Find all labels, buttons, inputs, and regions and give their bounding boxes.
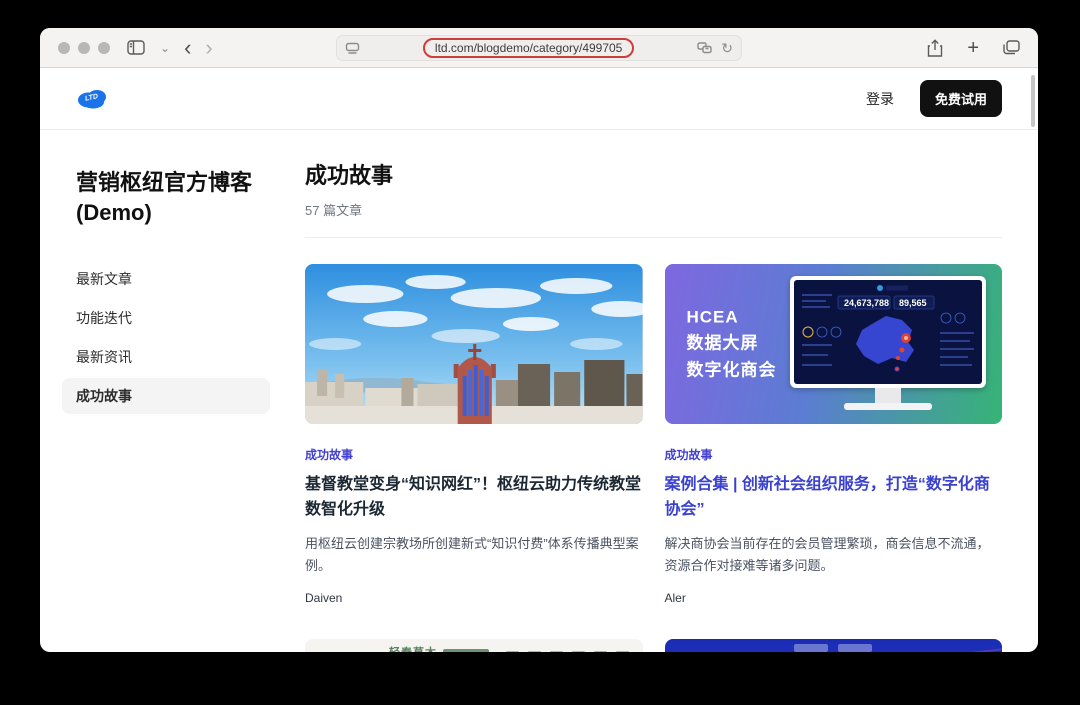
tab-overview-icon[interactable] — [1003, 40, 1020, 55]
article-card-qingchun[interactable]: 轻春草木 轻春草木 & 开启你的美一面! — [305, 639, 643, 652]
article-count: 57 篇文章 — [305, 200, 1002, 219]
sidebar-item-latest-articles[interactable]: 最新文章 — [62, 261, 270, 297]
svg-text:89,565: 89,565 — [899, 298, 927, 308]
monitor-graphic: 24,673,788 89,565 — [790, 276, 986, 410]
article-card-event[interactable]: 创新无止境 一起向未来 二〇二二年 — [665, 639, 1003, 652]
divider — [305, 237, 1002, 238]
svg-text:24,673,788: 24,673,788 — [844, 298, 889, 308]
category-main: 成功故事 57 篇文章 — [305, 130, 1002, 652]
minimize-button[interactable] — [78, 42, 90, 54]
hcea-caption: HCEA 数据大屏 数字化商会 — [687, 304, 777, 383]
zoom-button[interactable] — [98, 42, 110, 54]
translate-icon[interactable] — [697, 42, 713, 55]
article-image-church[interactable] — [305, 264, 643, 424]
sidebar-item-feature-updates[interactable]: 功能迭代 — [62, 300, 270, 336]
url-text[interactable]: ltd.com/blogdemo/category/499705 — [423, 38, 634, 58]
browser-window: ⌄ ‹ › ltd.com/blogdemo/category/499705 ↻… — [40, 28, 1038, 652]
login-link[interactable]: 登录 — [866, 89, 894, 109]
free-trial-button[interactable]: 免费试用 — [920, 80, 1002, 117]
article-image-qingchun[interactable]: 轻春草木 轻春草木 & 开启你的美一面! — [305, 639, 643, 652]
article-grid: 成功故事 基督教堂变身“知识网红”！枢纽云助力传统教堂数智化升级 用枢纽云创建宗… — [305, 264, 1002, 652]
article-card-hcea[interactable]: HCEA 数据大屏 数字化商会 — [665, 264, 1003, 605]
article-image-event[interactable]: 创新无止境 一起向未来 二〇二二年 — [665, 639, 1003, 652]
sidebar-chevron-icon[interactable]: ⌄ — [160, 42, 170, 54]
back-icon[interactable]: ‹ — [184, 37, 191, 59]
article-author: Daiven — [305, 591, 643, 605]
sidebar-toggle-icon[interactable] — [126, 38, 146, 58]
traffic-lights — [58, 42, 110, 54]
mini-site-header: 轻春草木 — [305, 639, 643, 652]
article-card-church[interactable]: 成功故事 基督教堂变身“知识网红”！枢纽云助力传统教堂数智化升级 用枢纽云创建宗… — [305, 264, 643, 605]
qingchun-brand: 轻春草木 — [389, 644, 437, 652]
share-icon[interactable] — [927, 39, 943, 57]
article-author: Aler — [665, 591, 1003, 605]
scrollbar-thumb[interactable] — [1031, 75, 1035, 127]
page-format-icon[interactable] — [345, 42, 360, 55]
blog-title: 营销枢纽官方博客(Demo) — [76, 168, 266, 227]
article-category[interactable]: 成功故事 — [305, 446, 643, 463]
article-description: 解决商协会当前存在的会员管理繁琐，商会信息不流通，资源合作对接难等诸多问题。 — [665, 533, 1003, 577]
reload-icon[interactable]: ↻ — [721, 41, 733, 55]
forward-icon[interactable]: › — [205, 37, 212, 59]
article-category[interactable]: 成功故事 — [665, 446, 1003, 463]
address-bar[interactable]: ltd.com/blogdemo/category/499705 ↻ — [336, 35, 742, 61]
new-tab-icon[interactable]: + — [967, 38, 979, 58]
blog-sidebar: 营销枢纽官方博客(Demo) 最新文章 功能迭代 最新资讯 成功故事 — [62, 130, 270, 652]
event-logos-graphic — [794, 644, 872, 652]
page-title: 成功故事 — [305, 158, 1002, 190]
article-title[interactable]: 案例合集 | 创新社会组织服务，打造“数字化商协会” — [665, 473, 1003, 523]
sidebar-item-latest-news[interactable]: 最新资讯 — [62, 339, 270, 375]
site-header: LTD 登录 免费试用 — [40, 68, 1038, 130]
ltd-cloud-logo[interactable]: LTD — [76, 87, 108, 110]
sidebar-item-success-stories[interactable]: 成功故事 — [62, 378, 270, 414]
browser-toolbar: ⌄ ‹ › ltd.com/blogdemo/category/499705 ↻… — [40, 28, 1038, 68]
article-title[interactable]: 基督教堂变身“知识网红”！枢纽云助力传统教堂数智化升级 — [305, 473, 643, 523]
close-button[interactable] — [58, 42, 70, 54]
article-image-hcea[interactable]: HCEA 数据大屏 数字化商会 — [665, 264, 1003, 424]
article-description: 用枢纽云创建宗教场所创建新式“知识付费”体系传播典型案例。 — [305, 533, 643, 577]
